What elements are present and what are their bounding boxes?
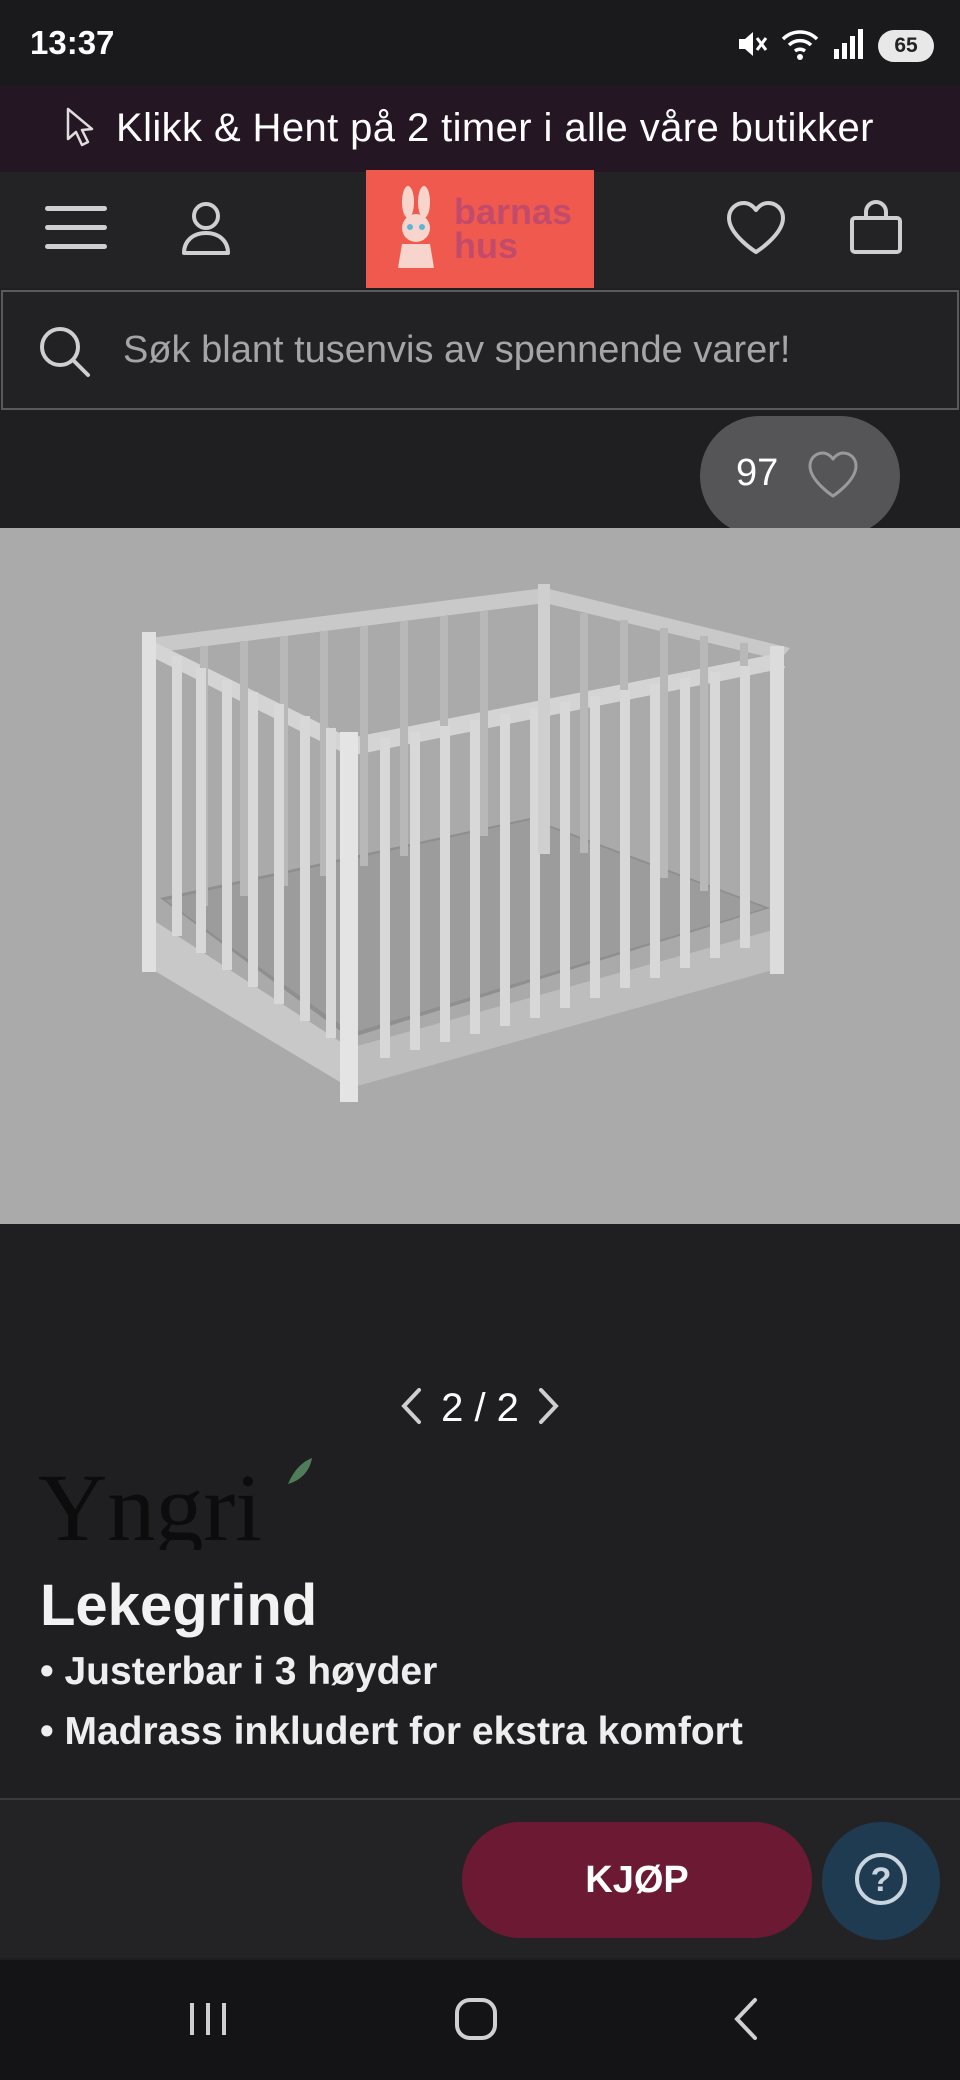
status-time: 13:37 [30, 24, 115, 61]
logo-line1: barnas [453, 191, 573, 232]
menu-icon [43, 200, 109, 261]
cursor-icon [62, 106, 96, 155]
logo-text: barnas hus [453, 191, 573, 266]
buy-button[interactable]: KJØP [462, 1822, 812, 1938]
brand-logo-text: Yngri [38, 1454, 262, 1550]
question-icon: ? [853, 1851, 909, 1912]
recents-button[interactable] [168, 1986, 248, 2056]
battery-icon: 65 [878, 30, 934, 62]
playpen-illustration [142, 584, 790, 1102]
menu-button[interactable] [40, 194, 112, 266]
product-title: Lekegrind [40, 1573, 318, 1638]
help-label: ? [871, 1861, 892, 1899]
status-icons: 65 [734, 26, 934, 66]
heart-icon [725, 200, 787, 261]
account-button[interactable] [170, 194, 242, 266]
promo-text: Klikk & Hent på 2 timer i alle våre buti… [116, 106, 874, 150]
product-image[interactable] [0, 528, 960, 1224]
wishlist-button[interactable] [720, 194, 792, 266]
search-input[interactable] [123, 322, 923, 378]
help-button[interactable]: ? [822, 1822, 940, 1940]
home-button[interactable] [436, 1986, 516, 2056]
favorite-count-button[interactable]: 97 [700, 416, 900, 536]
image-pager: 2 / 2 [370, 1380, 590, 1436]
home-icon [453, 1996, 499, 2047]
bag-icon [848, 199, 904, 261]
logo-line2: hus [453, 225, 518, 266]
status-bar: 13:37 65 [0, 0, 960, 86]
account-icon [180, 199, 232, 262]
favorite-count: 97 [736, 452, 779, 494]
recents-icon [186, 1999, 230, 2044]
yngri-logo: Yngri [38, 1454, 312, 1561]
signal-icon [832, 27, 866, 66]
chevron-right-icon[interactable] [537, 1386, 561, 1431]
search-icon [37, 324, 93, 385]
chevron-left-icon[interactable] [399, 1386, 423, 1431]
wifi-icon [780, 27, 820, 66]
mute-icon [734, 27, 768, 66]
back-button[interactable] [706, 1986, 786, 2056]
bunny-icon [388, 184, 444, 275]
search-bar[interactable] [1, 290, 959, 410]
brand-logo[interactable]: Yngri [38, 1454, 318, 1561]
heart-outline-icon [806, 450, 860, 505]
pager-indicator: 2 / 2 [441, 1385, 519, 1430]
feature-bullet: • Justerbar i 3 høyder [40, 1650, 438, 1693]
back-icon [731, 1996, 761, 2047]
promo-banner[interactable]: Klikk & Hent på 2 timer i alle våre buti… [0, 86, 960, 172]
cart-button[interactable] [840, 194, 912, 266]
system-nav-bar [0, 1960, 960, 2080]
barnas-hus-logo[interactable]: barnas hus [366, 170, 594, 288]
feature-bullet: • Madrass inkludert for ekstra komfort [40, 1710, 743, 1753]
